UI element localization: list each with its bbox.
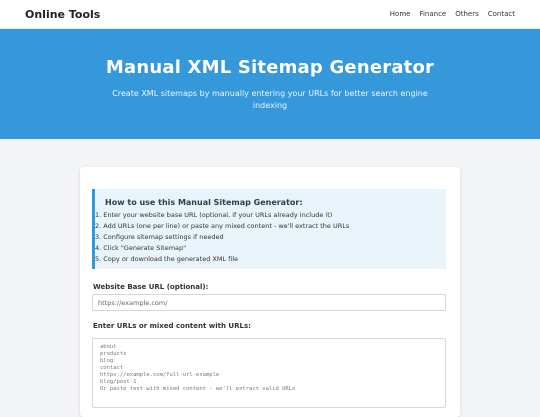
instruction-step: 5. Copy or download the generated XML fi… xyxy=(95,255,239,263)
instructions-list: 1. Enter your website base URL (optional… xyxy=(95,210,446,265)
top-navbar: Online Tools Home Finance Others Contact xyxy=(0,0,540,29)
instruction-step: 2. Add URLs (one per line) or paste any … xyxy=(95,222,350,230)
page-subtitle: Create XML sitemaps by manually entering… xyxy=(112,89,428,110)
nav-link-home[interactable]: Home xyxy=(390,10,411,18)
site-brand[interactable]: Online Tools xyxy=(25,8,100,21)
page-title: Manual XML Sitemap Generator xyxy=(105,57,435,78)
generator-card: How to use this Manual Sitemap Generator… xyxy=(80,167,460,417)
hero-banner: Manual XML Sitemap Generator Create XML … xyxy=(0,29,540,139)
instruction-step: 4. Click "Generate Sitemap" xyxy=(95,244,187,252)
urls-label: Enter URLs or mixed content with URLs: xyxy=(93,322,251,330)
base-url-label: Website Base URL (optional): xyxy=(93,283,209,291)
nav-link-finance[interactable]: Finance xyxy=(419,10,446,18)
instructions-heading: How to use this Manual Sitemap Generator… xyxy=(105,198,303,207)
nav-links: Home Finance Others Contact xyxy=(390,10,515,18)
nav-link-others[interactable]: Others xyxy=(455,10,479,18)
base-url-input[interactable] xyxy=(92,294,446,311)
nav-link-contact[interactable]: Contact xyxy=(488,10,515,18)
instruction-step: 1. Enter your website base URL (optional… xyxy=(95,211,333,219)
instructions-box: How to use this Manual Sitemap Generator… xyxy=(92,189,446,269)
urls-textarea[interactable] xyxy=(92,338,446,408)
instruction-step: 3. Configure sitemap settings if needed xyxy=(95,233,224,241)
